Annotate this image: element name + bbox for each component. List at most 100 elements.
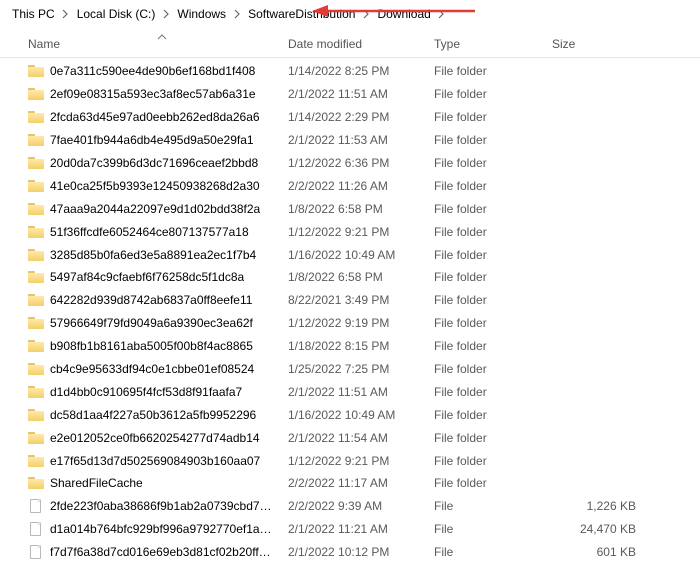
file-name: dc58d1aa4f227a50b3612a5fb9952296 xyxy=(50,408,256,422)
folder-icon xyxy=(28,224,44,240)
folder-icon xyxy=(28,384,44,400)
cell-date: 1/12/2022 9:21 PM xyxy=(282,225,428,239)
breadcrumb: This PC Local Disk (C:) Windows SoftwareDis… xyxy=(0,0,700,26)
cell-date: 2/1/2022 11:51 AM xyxy=(282,385,428,399)
list-item[interactable]: f7d7f6a38d7cd016e69eb3d81cf02b20ffa3...2… xyxy=(0,541,700,564)
file-name: 2fcda63d45e97ad0eebb262ed8da26a6 xyxy=(50,110,260,124)
file-icon xyxy=(28,544,44,560)
cell-name: 2ef09e08315a593ec3af8ec57ab6a31e xyxy=(22,86,282,102)
list-item[interactable]: 5497af84c9cfaebf6f76258dc5f1dc8a1/8/2022… xyxy=(0,266,700,289)
breadcrumb-segment[interactable]: This PC xyxy=(8,5,59,23)
cell-type: File folder xyxy=(428,476,546,490)
folder-icon xyxy=(28,361,44,377)
cell-name: cb4c9e95633df94c0e1cbbe01ef08524 xyxy=(22,361,282,377)
list-item[interactable]: e17f65d13d7d502569084903b160aa071/12/202… xyxy=(0,449,700,472)
cell-date: 1/12/2022 9:21 PM xyxy=(282,454,428,468)
file-name: b908fb1b8161aba5005f00b8f4ac8865 xyxy=(50,339,253,353)
cell-name: 51f36ffcdfe6052464ce807137577a18 xyxy=(22,224,282,240)
cell-size: 24,470 KB xyxy=(546,522,658,536)
list-item[interactable]: 2ef09e08315a593ec3af8ec57ab6a31e2/1/2022… xyxy=(0,83,700,106)
list-item[interactable]: 7fae401fb944a6db4e495d9a50e29fa12/1/2022… xyxy=(0,129,700,152)
cell-date: 1/12/2022 9:19 PM xyxy=(282,316,428,330)
cell-type: File folder xyxy=(428,339,546,353)
file-name: 51f36ffcdfe6052464ce807137577a18 xyxy=(50,225,249,239)
file-name: 3285d85b0fa6ed3e5a8891ea2ec1f7b4 xyxy=(50,248,256,262)
list-item[interactable]: e2e012052ce0fb6620254277d74adb142/1/2022… xyxy=(0,426,700,449)
cell-type: File folder xyxy=(428,202,546,216)
column-header-size[interactable]: Size xyxy=(546,33,658,55)
chevron-right-icon[interactable] xyxy=(61,7,71,21)
cell-date: 1/14/2022 8:25 PM xyxy=(282,64,428,78)
folder-icon xyxy=(28,155,44,171)
cell-name: e2e012052ce0fb6620254277d74adb14 xyxy=(22,430,282,446)
list-item[interactable]: 2fde223f0aba38686f9b1ab2a0739cbd75ae...2… xyxy=(0,495,700,518)
file-name: 47aaa9a2044a22097e9d1d02bdd38f2a xyxy=(50,202,260,216)
cell-date: 2/2/2022 11:17 AM xyxy=(282,476,428,490)
cell-type: File folder xyxy=(428,454,546,468)
cell-name: d1d4bb0c910695f4fcf53d8f91faafa7 xyxy=(22,384,282,400)
list-item[interactable]: d1d4bb0c910695f4fcf53d8f91faafa72/1/2022… xyxy=(0,380,700,403)
cell-name: 2fde223f0aba38686f9b1ab2a0739cbd75ae... xyxy=(22,498,282,514)
cell-date: 1/18/2022 8:15 PM xyxy=(282,339,428,353)
list-item[interactable]: 642282d939d8742ab6837a0ff8eefe118/22/202… xyxy=(0,289,700,312)
list-item[interactable]: 0e7a311c590ee4de90b6ef168bd1f4081/14/202… xyxy=(0,60,700,83)
cell-type: File folder xyxy=(428,87,546,101)
list-item[interactable]: 51f36ffcdfe6052464ce807137577a18 1/12/202… xyxy=(0,220,700,243)
breadcrumb-segment[interactable]: Local Disk (C:) xyxy=(73,5,160,23)
cell-type: File folder xyxy=(428,362,546,376)
folder-icon xyxy=(28,269,44,285)
file-name: 20d0da7c399b6d3dc71696ceaef2bbd8 xyxy=(50,156,258,170)
cell-date: 2/1/2022 11:53 AM xyxy=(282,133,428,147)
cell-type: File folder xyxy=(428,156,546,170)
file-name: SharedFileCache xyxy=(50,476,143,490)
folder-icon xyxy=(28,453,44,469)
folder-icon xyxy=(28,63,44,79)
cell-name: 3285d85b0fa6ed3e5a8891ea2ec1f7b4 xyxy=(22,247,282,263)
list-item[interactable]: dc58d1aa4f227a50b3612a5fb9952296 1/16/202… xyxy=(0,403,700,426)
list-item[interactable]: 3285d85b0fa6ed3e5a8891ea2ec1f7b41/16/202… xyxy=(0,243,700,266)
list-item[interactable]: SharedFileCache 2/2/2022 11:17 AMFile fol… xyxy=(0,472,700,495)
list-item[interactable]: d1a014b764bfc929bf996a9792770ef1a2b7...2… xyxy=(0,518,700,541)
cell-date: 2/1/2022 11:54 AM xyxy=(282,431,428,445)
cell-date: 2/1/2022 11:51 AM xyxy=(282,87,428,101)
cell-type: File folder xyxy=(428,110,546,124)
cell-date: 1/25/2022 7:25 PM xyxy=(282,362,428,376)
cell-name: f7d7f6a38d7cd016e69eb3d81cf02b20ffa3... xyxy=(22,544,282,560)
cell-date: 2/1/2022 11:21 AM xyxy=(282,522,428,536)
folder-icon xyxy=(28,430,44,446)
folder-icon xyxy=(28,201,44,217)
chevron-right-icon[interactable] xyxy=(232,7,242,21)
cell-type: File folder xyxy=(428,270,546,284)
breadcrumb-segment[interactable]: SoftwareDistribution xyxy=(244,5,359,23)
column-header-type[interactable]: Type xyxy=(428,33,546,55)
list-item[interactable]: 57966649f79fd9049a6a9390ec3ea62f1/12/202… xyxy=(0,312,700,335)
folder-icon xyxy=(28,132,44,148)
folder-icon xyxy=(28,338,44,354)
chevron-right-icon[interactable] xyxy=(437,7,447,21)
list-item[interactable]: b908fb1b8161aba5005f00b8f4ac8865 1/18/202… xyxy=(0,335,700,358)
cell-type: File folder xyxy=(428,385,546,399)
cell-name: 5497af84c9cfaebf6f76258dc5f1dc8a xyxy=(22,269,282,285)
cell-date: 1/16/2022 10:49 AM xyxy=(282,408,428,422)
file-name: 642282d939d8742ab6837a0ff8eefe11 xyxy=(50,293,252,307)
file-name: 5497af84c9cfaebf6f76258dc5f1dc8a xyxy=(50,270,244,284)
breadcrumb-segment[interactable]: Windows xyxy=(173,5,230,23)
column-header-name[interactable]: Name xyxy=(22,33,282,55)
cell-name: dc58d1aa4f227a50b3612a5fb9952296 xyxy=(22,407,282,423)
chevron-right-icon[interactable] xyxy=(161,7,171,21)
cell-name: e17f65d13d7d502569084903b160aa07 xyxy=(22,453,282,469)
chevron-right-icon[interactable] xyxy=(361,7,371,21)
cell-type: File folder xyxy=(428,64,546,78)
column-header-date[interactable]: Date modified xyxy=(282,33,428,55)
file-icon xyxy=(28,521,44,537)
breadcrumb-segment[interactable]: Download xyxy=(373,5,434,23)
list-item[interactable]: 20d0da7c399b6d3dc71696ceaef2bbd81/12/202… xyxy=(0,152,700,175)
list-item[interactable]: 47aaa9a2044a22097e9d1d02bdd38f2a1/8/2022… xyxy=(0,197,700,220)
list-item[interactable]: 2fcda63d45e97ad0eebb262ed8da26a61/14/202… xyxy=(0,106,700,129)
cell-size: 601 KB xyxy=(546,545,658,559)
cell-name: 2fcda63d45e97ad0eebb262ed8da26a6 xyxy=(22,109,282,125)
list-item[interactable]: cb4c9e95633df94c0e1cbbe01ef085241/25/202… xyxy=(0,358,700,381)
list-item[interactable]: 41e0ca25f5b9393e12450938268d2a302/2/2022… xyxy=(0,174,700,197)
file-icon xyxy=(28,498,44,514)
cell-type: File folder xyxy=(428,431,546,445)
